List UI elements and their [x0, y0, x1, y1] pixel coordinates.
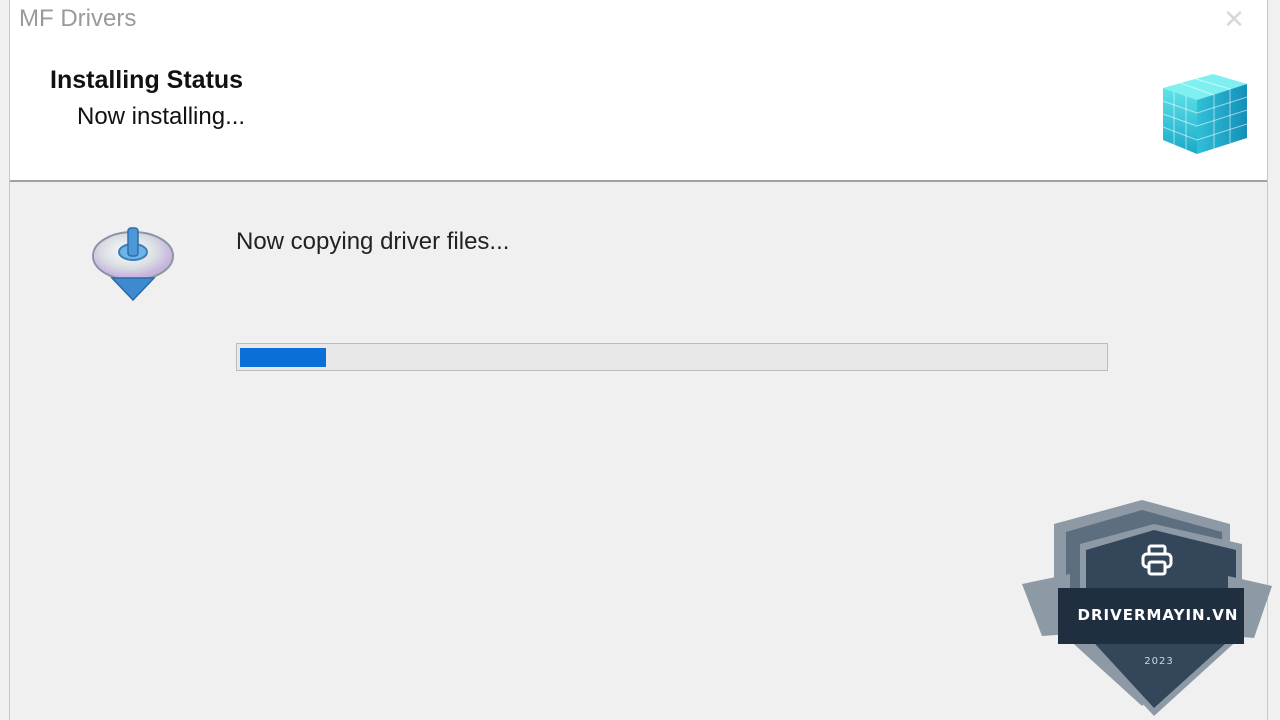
- watermark-brand: DRIVERMAYIN.VN: [1077, 606, 1239, 624]
- progress-fill: [240, 348, 326, 367]
- watermark-year: 2023: [1144, 656, 1174, 667]
- disc-download-icon: [92, 227, 174, 302]
- title-bar: MF Drivers ✕: [10, 0, 1267, 38]
- close-button[interactable]: ✕: [1219, 4, 1249, 34]
- status-text: Now copying driver files...: [236, 228, 510, 255]
- header-banner: Installing Status Now installing...: [10, 38, 1267, 182]
- package-cube-icon: [1162, 74, 1248, 154]
- window-title: MF Drivers: [19, 5, 137, 32]
- header-title: Installing Status: [50, 66, 244, 94]
- progress-bar: [236, 343, 1108, 371]
- header-subtitle: Now installing...: [77, 103, 246, 130]
- printer-icon: [1141, 544, 1173, 576]
